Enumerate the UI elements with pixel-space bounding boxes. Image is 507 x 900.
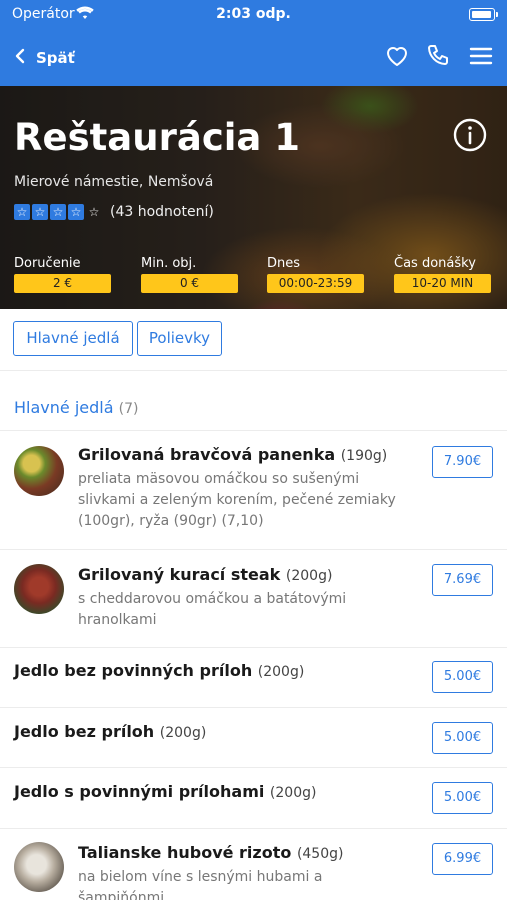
menu-item[interactable]: Talianske hubové rizoto (450g) na bielom…	[0, 829, 507, 900]
price-button[interactable]: 5.00€	[432, 782, 493, 814]
item-name: Grilovaná bravčová panenka (190g)	[78, 445, 388, 464]
stat-value: 10-20 MIN	[394, 274, 491, 293]
menu-item[interactable]: Grilovaná bravčová panenka (190g) prelia…	[0, 431, 507, 550]
dish-thumbnail	[14, 564, 64, 614]
stat-delivery: Doručenie 2 €	[14, 256, 111, 293]
price-button[interactable]: 5.00€	[432, 661, 493, 693]
stat-label: Dnes	[267, 256, 301, 271]
restaurant-hero: Reštaurácia 1 Mierové námestie, Nemšová …	[0, 86, 507, 309]
stat-delivery-time: Čas donášky 10-20 MIN	[394, 256, 491, 293]
restaurant-address: Mierové námestie, Nemšová	[14, 174, 214, 190]
price-button[interactable]: 5.00€	[432, 722, 493, 754]
star-filled-icon: ☆	[50, 204, 66, 220]
star-filled-icon: ☆	[32, 204, 48, 220]
phone-icon[interactable]	[424, 42, 452, 70]
menu-item[interactable]: Grilovaný kurací steak (200g) s cheddaro…	[0, 550, 507, 648]
menu-icon[interactable]	[467, 42, 495, 70]
section-header: Hlavné jedlá (7)	[14, 398, 138, 417]
heart-icon[interactable]	[383, 42, 411, 70]
restaurant-title: Reštaurácia 1	[14, 116, 301, 159]
item-name: Jedlo s povinnými prílohami (200g)	[14, 782, 317, 801]
section-count: (7)	[118, 401, 139, 417]
price-button[interactable]: 7.90€	[432, 446, 493, 478]
stat-value: 2 €	[14, 274, 111, 293]
rating: ☆ ☆ ☆ ☆ ☆ (43 hodnotení)	[14, 204, 214, 220]
stat-value: 00:00-23:59	[267, 274, 364, 293]
item-description: s cheddarovou omáčkou a batátovými hrano…	[78, 591, 347, 628]
stat-today: Dnes 00:00-23:59	[267, 256, 364, 293]
nav-bar: Späť	[0, 30, 507, 86]
item-name: Talianske hubové rizoto (450g)	[78, 843, 344, 862]
battery-icon	[469, 8, 498, 21]
chevron-left-icon	[14, 47, 26, 69]
back-button[interactable]: Späť	[14, 44, 75, 72]
category-tabs: Hlavné jedlá Polievky	[0, 309, 507, 371]
dish-thumbnail	[14, 842, 64, 892]
section-title: Hlavné jedlá	[14, 398, 114, 417]
rating-stars: ☆ ☆ ☆ ☆ ☆	[14, 204, 104, 220]
item-name: Jedlo bez príloh (200g)	[14, 722, 207, 741]
dish-thumbnail	[14, 446, 64, 496]
clock: 2:03 odp.	[216, 6, 291, 22]
stat-label: Min. obj.	[141, 256, 197, 271]
star-empty-icon: ☆	[88, 205, 100, 219]
star-filled-icon: ☆	[14, 204, 30, 220]
menu-item[interactable]: Jedlo bez povinných príloh (200g) 5.00€	[0, 648, 507, 708]
tab-main-dishes[interactable]: Hlavné jedlá	[13, 321, 133, 356]
stat-label: Čas donášky	[394, 256, 476, 271]
status-bar: Operátor 2:03 odp.	[0, 0, 507, 30]
stat-value: 0 €	[141, 274, 238, 293]
star-filled-icon: ☆	[68, 204, 84, 220]
info-icon[interactable]	[453, 118, 487, 152]
stat-label: Doručenie	[14, 256, 81, 271]
price-button[interactable]: 6.99€	[432, 843, 493, 875]
item-name: Jedlo bez povinných príloh (200g)	[14, 661, 305, 680]
stat-min-order: Min. obj. 0 €	[141, 256, 238, 293]
item-description: preliata mäsovou omáčkou so sušenými sli…	[78, 471, 396, 529]
item-name: Grilovaný kurací steak (200g)	[78, 565, 333, 584]
price-button[interactable]: 7.69€	[432, 564, 493, 596]
back-label: Späť	[36, 49, 75, 67]
menu-item[interactable]: Jedlo s povinnými prílohami (200g) 5.00€	[0, 768, 507, 829]
item-description: na bielom víne s lesnými hubami a šampiň…	[78, 869, 323, 900]
rating-count: (43 hodnotení)	[110, 204, 214, 220]
menu-item[interactable]: Jedlo bez príloh (200g) 5.00€	[0, 708, 507, 768]
tab-soups[interactable]: Polievky	[137, 321, 222, 356]
